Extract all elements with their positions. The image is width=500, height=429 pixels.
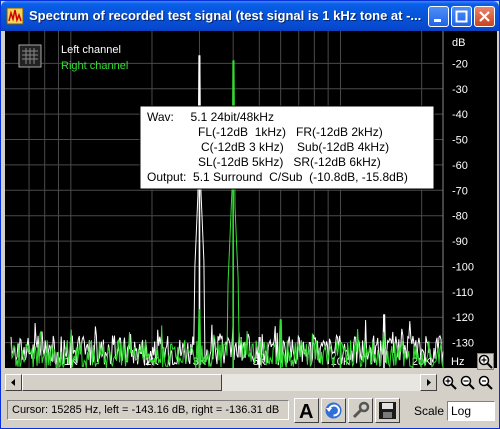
- arrow-right-icon: [427, 379, 431, 386]
- y-tick-label: -30: [452, 84, 468, 96]
- status-bar: Cursor: 15285 Hz, left = -143.16 dB, rig…: [5, 397, 497, 424]
- save-icon: [379, 402, 396, 419]
- minimize-icon: [434, 19, 441, 22]
- info-box: Wav: 5.1 24bit/48kHz FL(-12dB 1kHz) FR(-…: [139, 105, 435, 190]
- spectrum-plot[interactable]: dB -20 -30 -40 -50 -60 -70 -80 -90 -100 -110 -120 -1…: [5, 31, 497, 370]
- cursor-readout: Cursor: 15285 Hz, left = -143.16 dB, rig…: [7, 400, 289, 420]
- scale-select[interactable]: Log: [447, 401, 495, 421]
- scroll-row: [5, 374, 497, 391]
- info-line-output: Output: 5.1 Surround C/Sub (-10.8dB, -15…: [147, 170, 408, 184]
- grid: [5, 31, 444, 368]
- window: Spectrum of recorded test signal (test s…: [0, 0, 500, 429]
- close-button[interactable]: [474, 6, 495, 27]
- y-axis-labels: dB -20 -30 -40 -50 -60 -70 -80 -90 -100 -110 -120 -1…: [452, 37, 474, 350]
- window-title: Spectrum of recorded test signal (test s…: [29, 8, 422, 23]
- x-axis-unit-label: Hz: [451, 356, 464, 368]
- info-line-center: C(-12dB 3 kHz) Sub(-12dB 4kHz): [201, 140, 389, 154]
- tools-button[interactable]: [348, 398, 373, 423]
- y-tick-label: -20: [452, 58, 468, 70]
- info-line-surround: SL(-12dB 5kHz) SR(-12dB 6kHz): [198, 155, 381, 169]
- zoom-in-icon[interactable]: [441, 374, 458, 391]
- maximize-icon: [455, 10, 468, 23]
- spectrum-chart[interactable]: dB -20 -30 -40 -50 -60 -70 -80 -90 -100 -110 -120 -1…: [5, 31, 497, 369]
- legend-icon: [18, 44, 42, 68]
- app-icon: [6, 7, 24, 25]
- wrench-icon: [352, 401, 370, 419]
- y-tick-label: -70: [452, 185, 468, 197]
- refresh-icon: [325, 402, 342, 419]
- y-tick-label: -110: [452, 287, 473, 299]
- scroll-left-button[interactable]: [5, 374, 22, 391]
- minimize-button[interactable]: [428, 6, 449, 27]
- close-icon: [479, 11, 490, 22]
- y-tick-label: -50: [452, 135, 468, 147]
- horizontal-scrollbar[interactable]: [5, 374, 437, 391]
- scale-label: Scale: [414, 404, 445, 418]
- arrow-left-icon: [11, 379, 15, 386]
- y-axis-unit-label: dB: [452, 37, 465, 49]
- zoom-in-icon[interactable]: [477, 353, 494, 370]
- y-tick-label: -40: [452, 109, 468, 121]
- save-button[interactable]: [375, 398, 400, 423]
- series-line-left: [10, 55, 444, 368]
- info-line-wav: Wav: 5.1 24bit/48kHz: [147, 110, 274, 124]
- zoom-out-full-icon[interactable]: [477, 374, 494, 391]
- legend-right-label: Right channel: [61, 60, 128, 72]
- y-tick-label: -130: [452, 338, 474, 350]
- series-lines: [10, 55, 444, 369]
- y-tick-label: -90: [452, 236, 468, 248]
- font-button[interactable]: A: [294, 398, 319, 423]
- y-tick-label: -60: [452, 160, 468, 172]
- y-tick-label: -120: [452, 312, 474, 324]
- y-tick-label: -100: [452, 261, 474, 273]
- y-tick-label: -80: [452, 211, 468, 223]
- scroll-right-button[interactable]: [420, 374, 437, 391]
- legend: Left channel Right channel: [18, 44, 128, 72]
- legend-left-label: Left channel: [61, 44, 121, 56]
- title-bar[interactable]: Spectrum of recorded test signal (test s…: [1, 1, 499, 31]
- client-area: dB -20 -30 -40 -50 -60 -70 -80 -90 -100 -110 -120 -1…: [5, 31, 497, 426]
- info-line-front: FL(-12dB 1kHz) FR(-12dB 2kHz): [198, 125, 383, 139]
- maximize-button[interactable]: [451, 6, 472, 27]
- reset-button[interactable]: [321, 398, 346, 423]
- font-icon: A: [299, 401, 313, 423]
- svg-text:A: A: [299, 401, 313, 422]
- scroll-thumb[interactable]: [22, 374, 222, 391]
- zoom-out-icon[interactable]: [459, 374, 476, 391]
